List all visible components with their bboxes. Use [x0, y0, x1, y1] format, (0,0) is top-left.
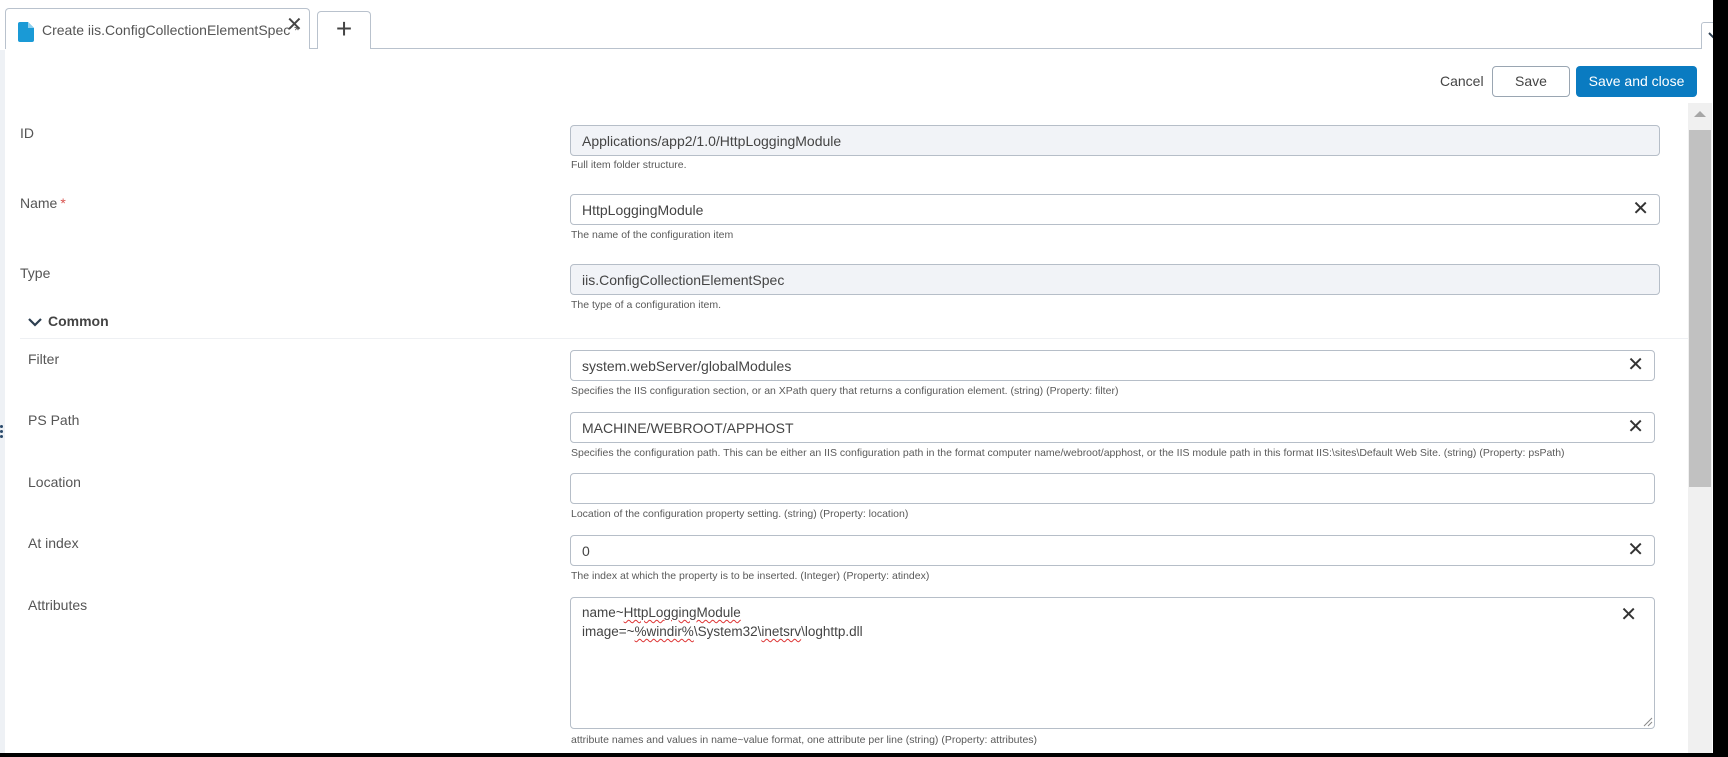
ps-path-help: Specifies the configuration path. This c…: [571, 447, 1565, 459]
clear-filter-icon[interactable]: ✕: [1627, 354, 1644, 376]
spellcheck-word: HttpLoggingModule: [623, 605, 741, 620]
id-label: ID: [20, 125, 34, 141]
section-common-label: Common: [48, 313, 109, 329]
location-input[interactable]: [570, 473, 1655, 504]
new-tab-button[interactable]: +: [317, 11, 371, 49]
location-label: Location: [28, 474, 81, 490]
scroll-up-arrow-icon[interactable]: [1688, 103, 1712, 127]
close-icon[interactable]: ✕: [286, 15, 303, 35]
document-icon: [18, 22, 34, 42]
save-button[interactable]: Save: [1492, 66, 1570, 97]
tab-title: Create iis.ConfigCollectionElementSpec *: [42, 22, 300, 38]
filter-label: Filter: [28, 351, 60, 367]
attr-text: \loghttp.dll: [801, 624, 863, 639]
filter-input[interactable]: system.webServer/globalModules ✕: [570, 350, 1655, 381]
section-divider: [20, 338, 1688, 339]
attributes-label: Attributes: [28, 597, 88, 613]
name-input[interactable]: HttpLoggingModule ✕: [570, 194, 1660, 225]
attributes-line-2: image=~%windir%\System32\inetsrv\loghttp…: [582, 624, 863, 639]
resize-grip-icon[interactable]: [1641, 715, 1653, 727]
id-field: Applications/app2/1.0/HttpLoggingModule: [570, 125, 1660, 156]
attr-text: \System32\: [693, 624, 762, 639]
tabs-dropdown-button[interactable]: [1701, 22, 1713, 49]
attr-text: image=~: [582, 624, 635, 639]
scrollbar-thumb[interactable]: [1689, 130, 1711, 487]
ps-path-label: PS Path: [28, 412, 80, 428]
type-help: The type of a configuration item.: [571, 299, 721, 311]
clear-at-index-icon[interactable]: ✕: [1627, 539, 1644, 561]
ps-path-input[interactable]: MACHINE/WEBROOT/APPHOST ✕: [570, 412, 1655, 443]
attributes-help: attribute names and values in name~value…: [571, 734, 1038, 746]
section-common-toggle[interactable]: Common: [28, 313, 109, 329]
clear-attributes-icon[interactable]: ✕: [1620, 602, 1637, 627]
filter-value: system.webServer/globalModules: [582, 358, 792, 374]
at-index-label: At index: [28, 535, 79, 551]
name-label: Name *: [20, 195, 66, 211]
location-help: Location of the configuration property s…: [571, 508, 909, 520]
type-label: Type: [20, 265, 51, 281]
spellcheck-word: inetsrv: [761, 624, 802, 639]
required-marker: *: [60, 195, 66, 211]
name-label-text: Name: [20, 195, 58, 211]
attr-text: name~: [582, 605, 624, 620]
at-index-help: The index at which the property is to be…: [571, 570, 930, 582]
attributes-line-1: name~HttpLoggingModule: [582, 605, 741, 620]
editor-window: Create iis.ConfigCollectionElementSpec *…: [0, 0, 1713, 753]
at-index-value: 0: [582, 543, 590, 559]
cancel-button[interactable]: Cancel: [1440, 66, 1484, 96]
tab-create-item[interactable]: Create iis.ConfigCollectionElementSpec *…: [5, 8, 310, 49]
at-index-input[interactable]: 0 ✕: [570, 535, 1655, 566]
left-panel-edge: [0, 50, 5, 753]
form-scrollbar[interactable]: [1688, 103, 1712, 753]
save-and-close-button[interactable]: Save and close: [1576, 66, 1697, 97]
chevron-down-icon: [28, 318, 42, 327]
type-field: iis.ConfigCollectionElementSpec: [570, 264, 1660, 295]
id-help: Full item folder structure.: [571, 159, 687, 171]
type-value: iis.ConfigCollectionElementSpec: [582, 272, 785, 288]
name-value: HttpLoggingModule: [582, 202, 704, 218]
spellcheck-word: %windir%: [634, 624, 694, 639]
clear-ps-path-icon[interactable]: ✕: [1627, 416, 1644, 438]
filter-help: Specifies the IIS configuration section,…: [571, 385, 1119, 397]
name-help: The name of the configuration item: [571, 229, 734, 241]
id-value: Applications/app2/1.0/HttpLoggingModule: [582, 133, 842, 149]
attributes-textarea[interactable]: name~HttpLoggingModule image=~%windir%\S…: [570, 597, 1655, 729]
chevron-down-icon: [1708, 32, 1713, 39]
resize-handle-icon[interactable]: [0, 425, 4, 440]
ps-path-value: MACHINE/WEBROOT/APPHOST: [582, 420, 794, 436]
clear-name-icon[interactable]: ✕: [1632, 198, 1649, 220]
